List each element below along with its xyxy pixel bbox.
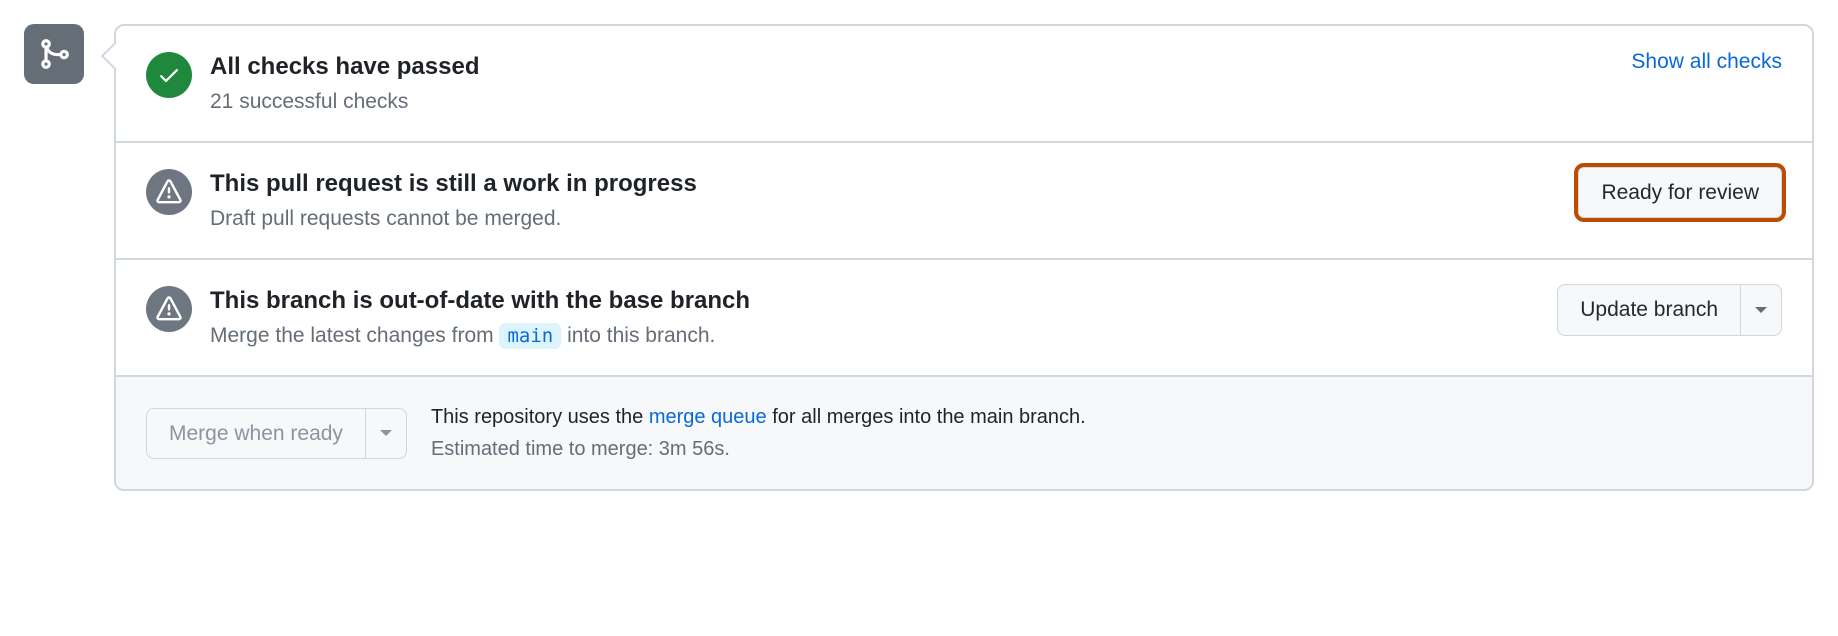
outdated-sub-suffix: into this branch.: [561, 324, 715, 347]
outdated-sub-prefix: Merge the latest changes from: [210, 324, 499, 347]
merge-info-text: This repository uses the merge queue for…: [431, 401, 1086, 465]
ready-for-review-button[interactable]: Ready for review: [1578, 167, 1782, 218]
checks-section: All checks have passed 21 successful che…: [116, 26, 1812, 143]
alert-icon: [156, 179, 182, 205]
update-branch-button[interactable]: Update branch: [1557, 284, 1741, 335]
outdated-status-icon: [146, 286, 192, 332]
merge-dropdown[interactable]: [366, 408, 407, 459]
merge-queue-link[interactable]: merge queue: [649, 406, 767, 428]
merge-info-suffix: for all merges into the main branch.: [767, 406, 1086, 428]
draft-section: This pull request is still a work in pro…: [116, 143, 1812, 260]
merge-when-ready-button[interactable]: Merge when ready: [146, 408, 366, 459]
merge-status-box: All checks have passed 21 successful che…: [114, 24, 1814, 491]
draft-subtitle: Draft pull requests cannot be merged.: [210, 203, 1560, 235]
checks-subtitle: 21 successful checks: [210, 86, 1613, 118]
draft-status-icon: [146, 169, 192, 215]
outdated-title: This branch is out-of-date with the base…: [210, 284, 1539, 318]
draft-title: This pull request is still a work in pro…: [210, 167, 1560, 201]
caret-down-icon: [380, 430, 392, 436]
outdated-subtitle: Merge the latest changes from main into …: [210, 320, 1539, 352]
update-branch-dropdown[interactable]: [1741, 284, 1782, 335]
git-merge-badge: [24, 24, 84, 84]
checks-title: All checks have passed: [210, 50, 1613, 84]
check-status-icon: [146, 52, 192, 98]
merge-info-prefix: This repository uses the: [431, 406, 649, 428]
check-icon: [157, 63, 181, 87]
show-all-checks-link[interactable]: Show all checks: [1631, 50, 1782, 74]
merge-estimate: Estimated time to merge: 3m 56s.: [431, 438, 730, 460]
merge-button-group: Merge when ready: [146, 408, 407, 459]
base-branch-tag: main: [499, 323, 561, 349]
alert-icon: [156, 296, 182, 322]
merge-footer: Merge when ready This repository uses th…: [116, 377, 1812, 489]
update-branch-button-group: Update branch: [1557, 284, 1782, 335]
caret-down-icon: [1755, 307, 1767, 313]
outdated-section: This branch is out-of-date with the base…: [116, 260, 1812, 377]
git-merge-icon: [37, 37, 71, 71]
